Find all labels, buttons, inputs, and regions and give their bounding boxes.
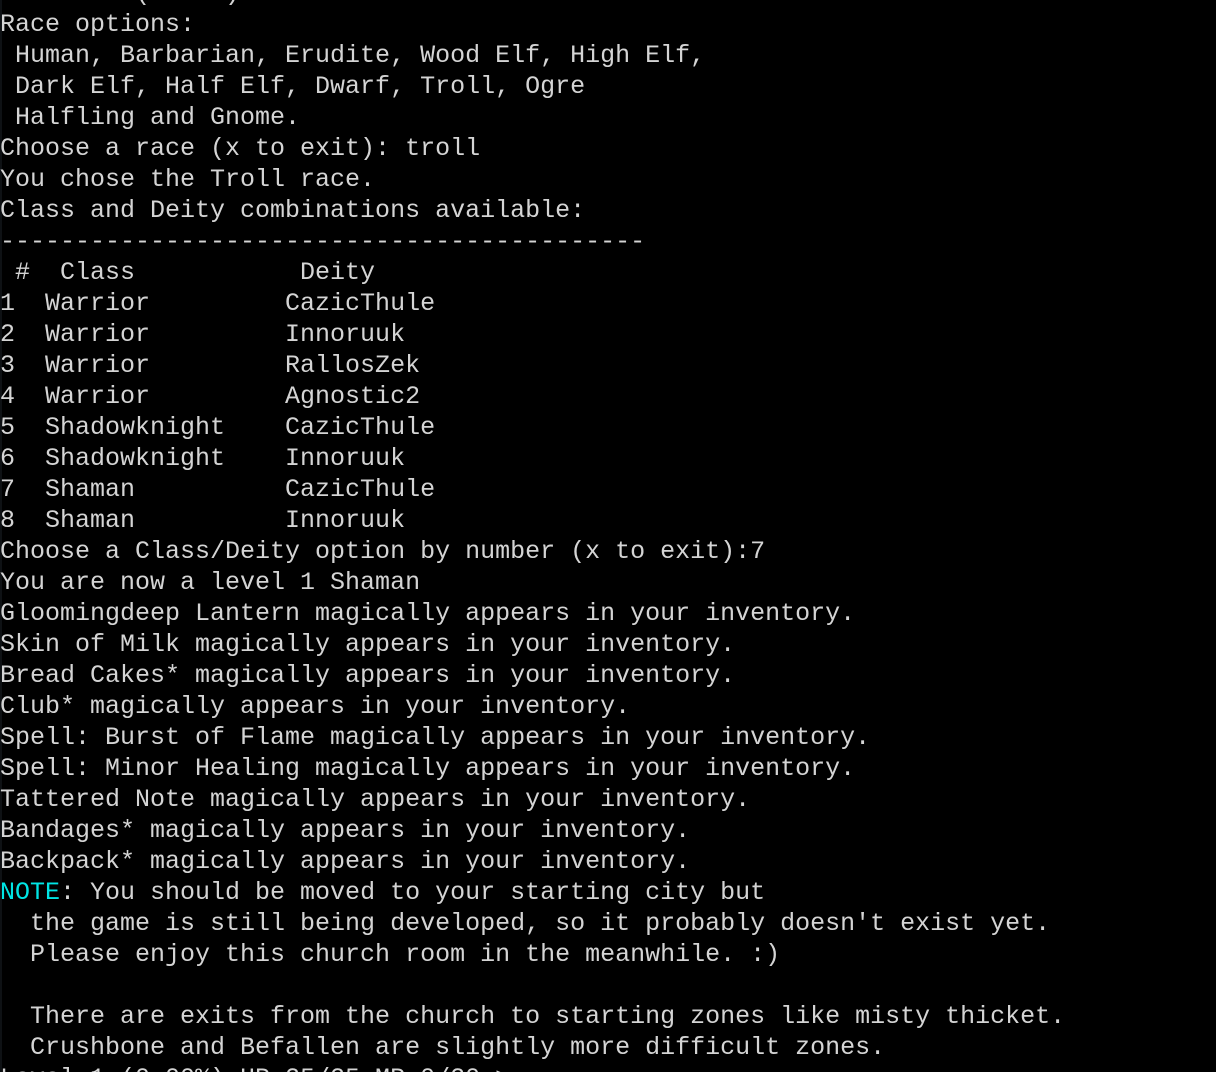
table-row-4: 4 Warrior Agnostic2 xyxy=(0,382,421,411)
table-row-1: 1 Warrior CazicThule xyxy=(0,289,436,318)
level-confirm: You are now a level 1 Shaman xyxy=(0,568,421,597)
status-line-bottom-clipped: Level 1 (0.00%) HP 25/25 MP 0/20 > xyxy=(0,1063,1216,1072)
status-line-top-clipped: Level: 1 (0.00%) HP: 25/25 MP: 0/20 / st… xyxy=(0,0,1216,9)
table-row-5: 5 Shadowknight CazicThule xyxy=(0,413,436,442)
exits-line-1: There are exits from the church to start… xyxy=(0,1002,1066,1031)
item-bandages: Bandages* magically appears in your inve… xyxy=(0,816,691,845)
terminal-window[interactable]: Level: 1 (0.00%) HP: 25/25 MP: 0/20 / st… xyxy=(0,0,1216,1072)
item-milk: Skin of Milk magically appears in your i… xyxy=(0,630,736,659)
table-row-8: 8 Shaman Innoruuk xyxy=(0,506,406,535)
item-spell-heal: Spell: Minor Healing magically appears i… xyxy=(0,754,856,783)
class-deity-header: Class and Deity combinations available: xyxy=(0,196,586,225)
race-list-1: Human, Barbarian, Erudite, Wood Elf, Hig… xyxy=(0,41,706,70)
note-line-2: the game is still being developed, so it… xyxy=(0,909,1051,938)
exits-line-2: Crushbone and Befallen are slightly more… xyxy=(0,1033,886,1062)
note-keyword: NOTE xyxy=(0,878,61,907)
separator: ----------------------------------------… xyxy=(0,227,646,256)
race-list-2: Dark Elf, Half Elf, Dwarf, Troll, Ogre xyxy=(0,72,586,101)
table-row-7: 7 Shaman CazicThule xyxy=(0,475,436,504)
note-body-text: : You should be moved to your starting c… xyxy=(60,878,766,907)
table-row-6: 6 Shadowknight Innoruuk xyxy=(0,444,406,473)
race-options-header: Race options: xyxy=(0,10,196,39)
race-confirm: You chose the Troll race. xyxy=(0,165,376,194)
class-prompt: Choose a Class/Deity option by number (x… xyxy=(0,537,766,566)
table-row-3: 3 Warrior RallosZek xyxy=(0,351,421,380)
table-header: # Class Deity xyxy=(0,258,376,287)
item-spell-burst: Spell: Burst of Flame magically appears … xyxy=(0,723,871,752)
item-bread: Bread Cakes* magically appears in your i… xyxy=(0,661,736,690)
note-line-3: Please enjoy this church room in the mea… xyxy=(0,940,781,969)
table-row-2: 2 Warrior Innoruuk xyxy=(0,320,406,349)
item-backpack: Backpack* magically appears in your inve… xyxy=(0,847,691,876)
terminal-scrollback: Level: 1 (0.00%) HP: 25/25 MP: 0/20 / st… xyxy=(0,0,1216,1072)
terminal-line-container: Level: 1 (0.00%) HP: 25/25 MP: 0/20 / st… xyxy=(0,0,1216,1072)
item-note: Tattered Note magically appears in your … xyxy=(0,785,751,814)
item-club: Club* magically appears in your inventor… xyxy=(0,692,631,721)
item-lantern: Gloomingdeep Lantern magically appears i… xyxy=(0,599,856,628)
note-line-1: NOTE: You should be moved to your starti… xyxy=(0,877,1216,908)
race-list-3: Halfling and Gnome. xyxy=(0,103,301,132)
race-prompt: Choose a race (x to exit): troll xyxy=(0,134,481,163)
